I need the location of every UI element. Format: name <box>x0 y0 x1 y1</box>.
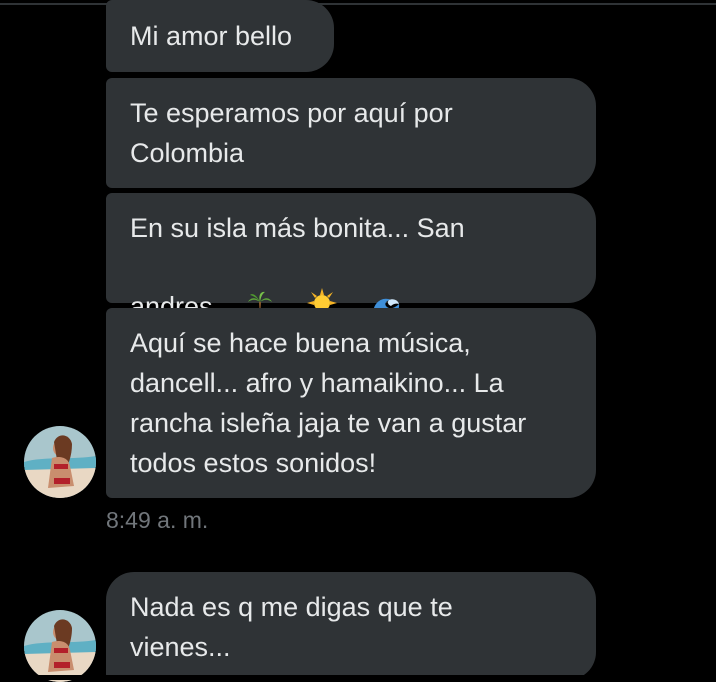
avatar[interactable] <box>24 426 96 498</box>
message-bubble[interactable]: Mi amor bello <box>106 0 334 72</box>
message-timestamp: 8:49 a. m. <box>106 507 209 533</box>
message-bubble[interactable]: Nada es q me digas que te vienes... <box>106 572 596 680</box>
message-text: Nada es q me digas que te vienes... <box>130 592 453 662</box>
bottom-edge <box>0 675 716 680</box>
message-bubble[interactable]: Aquí se hace buena música, dancell... af… <box>106 308 596 498</box>
message-bubble[interactable]: En su isla más bonita... San andres <box>106 193 596 322</box>
message-text: Mi amor bello <box>130 21 293 51</box>
avatar[interactable] <box>24 610 96 682</box>
message-text: Aquí se hace buena música, dancell... af… <box>130 328 527 478</box>
message-text: Te esperamos por aquí por Colombia <box>130 98 453 168</box>
message-bubble[interactable]: Te esperamos por aquí por Colombia <box>106 78 596 188</box>
